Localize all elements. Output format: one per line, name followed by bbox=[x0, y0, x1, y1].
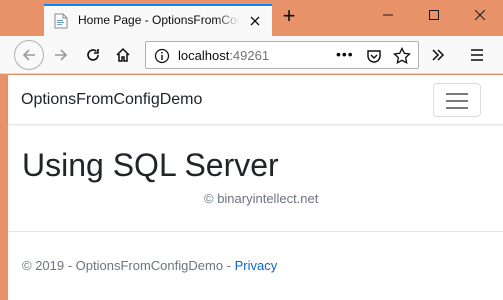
star-icon[interactable] bbox=[393, 46, 411, 70]
window-controls bbox=[365, 0, 503, 30]
footer-divider bbox=[8, 231, 503, 232]
tab-home-page[interactable]: Home Page - OptionsFromConfigDemo bbox=[44, 4, 272, 36]
toggler-bar bbox=[446, 100, 468, 102]
overflow-chevron-icon[interactable] bbox=[425, 42, 451, 68]
back-icon[interactable] bbox=[14, 40, 44, 70]
minimize-icon[interactable] bbox=[365, 0, 411, 30]
url-bar[interactable]: localhost:49261 ••• bbox=[145, 41, 419, 69]
close-icon[interactable] bbox=[457, 0, 503, 30]
privacy-link[interactable]: Privacy bbox=[235, 258, 278, 273]
toggler-bar bbox=[446, 107, 468, 109]
site-navbar: OptionsFromConfigDemo bbox=[8, 75, 503, 125]
more-dots-icon[interactable]: ••• bbox=[336, 46, 354, 62]
info-icon[interactable] bbox=[154, 48, 170, 64]
home-icon[interactable] bbox=[110, 42, 136, 68]
nav-toolbar: localhost:49261 ••• bbox=[0, 36, 503, 74]
browser-window: Home Page - OptionsFromConfigDemo + bbox=[0, 0, 503, 300]
navbar-toggler-button[interactable] bbox=[433, 83, 481, 117]
toggler-bar bbox=[446, 93, 468, 95]
footer-text: © 2019 - OptionsFromConfigDemo - bbox=[22, 258, 235, 273]
forward-icon[interactable] bbox=[48, 42, 74, 68]
page-footer: © 2019 - OptionsFromConfigDemo - Privacy bbox=[22, 258, 277, 273]
navbar-brand[interactable]: OptionsFromConfigDemo bbox=[21, 91, 202, 109]
url-port: :49261 bbox=[229, 48, 270, 63]
url-text: localhost:49261 bbox=[178, 48, 269, 63]
tab-close-icon[interactable] bbox=[246, 12, 264, 30]
hamburger-menu-icon[interactable] bbox=[464, 42, 490, 68]
reload-icon[interactable] bbox=[80, 42, 106, 68]
new-tab-button[interactable]: + bbox=[278, 5, 300, 28]
pocket-icon[interactable] bbox=[366, 48, 382, 69]
tab-title: Home Page - OptionsFromConfigDemo bbox=[78, 13, 240, 27]
maximize-icon[interactable] bbox=[411, 0, 457, 30]
page-icon bbox=[54, 13, 68, 29]
page-heading: Using SQL Server bbox=[22, 147, 279, 183]
tab-strip: Home Page - OptionsFromConfigDemo + bbox=[0, 0, 503, 36]
page-content: OptionsFromConfigDemo Using SQL Server ©… bbox=[8, 75, 503, 300]
url-host: localhost bbox=[178, 48, 230, 63]
copyright-subtext: © binaryintellect.net bbox=[204, 191, 319, 206]
